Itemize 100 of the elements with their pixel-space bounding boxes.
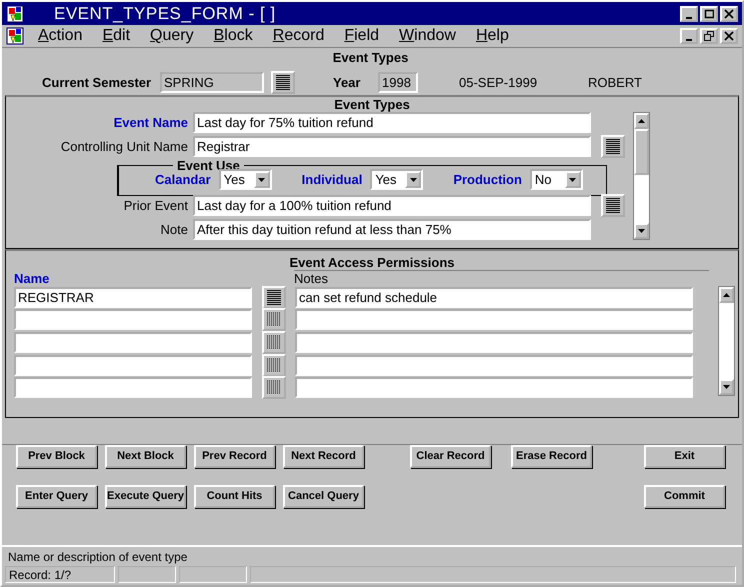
app-icon <box>6 4 24 23</box>
notes-field[interactable] <box>295 377 693 398</box>
menu-item[interactable]: Block <box>214 27 253 46</box>
dotted-grid-icon <box>266 312 282 328</box>
scroll-up-button[interactable] <box>634 112 649 129</box>
menu-item[interactable]: Help <box>476 27 509 46</box>
list-button[interactable] <box>601 194 625 217</box>
scrollbar[interactable] <box>633 112 650 240</box>
name-field[interactable] <box>14 377 252 398</box>
name-field[interactable] <box>14 332 252 353</box>
form-button[interactable]: Execute Query <box>105 484 186 508</box>
option-label: Individual <box>302 172 362 188</box>
down-arrow-icon <box>258 178 266 182</box>
form-button[interactable]: Erase Record <box>511 444 592 468</box>
notes-field[interactable] <box>295 354 693 376</box>
down-arrow-icon <box>638 228 645 233</box>
semester-label: Current Semester <box>42 75 152 90</box>
text-field[interactable]: Last day for a 100% tuition refund <box>193 194 591 216</box>
form-button[interactable]: Next Block <box>105 444 186 468</box>
up-arrow-icon <box>723 292 730 297</box>
close-button[interactable] <box>720 6 738 22</box>
restore-button[interactable] <box>700 28 718 44</box>
column-heading: Name <box>14 270 50 286</box>
app-icon <box>6 27 24 46</box>
list-icon <box>266 290 282 305</box>
window-title: EVENT_TYPES_FORM - [ ] <box>54 4 277 24</box>
field-label: Note <box>160 222 188 237</box>
form-button[interactable]: Clear Record <box>410 444 491 468</box>
menu-item[interactable]: Field <box>344 27 380 46</box>
text-field[interactable]: Registrar <box>193 136 591 157</box>
dropdown[interactable]: Yes <box>370 169 424 190</box>
option-label: Production <box>453 172 522 188</box>
name-field[interactable] <box>14 354 252 376</box>
list-button[interactable] <box>262 376 286 400</box>
record-indicator: Record: 1/? <box>5 566 115 583</box>
year-field[interactable]: 1998 <box>378 72 418 94</box>
list-button[interactable] <box>271 71 295 94</box>
list-button[interactable] <box>601 134 625 158</box>
field-label: Controlling Unit Name <box>60 138 188 154</box>
dotted-grid-icon <box>266 380 282 396</box>
minimize-icon <box>686 16 692 19</box>
form-button[interactable]: Next Record <box>283 444 364 468</box>
dropdown[interactable]: No <box>530 169 583 190</box>
column-heading: Notes <box>294 270 709 286</box>
menu-item[interactable]: Edit <box>102 27 130 46</box>
scrollbar[interactable] <box>718 286 735 396</box>
form-button[interactable]: Enter Query <box>16 484 97 508</box>
scroll-thumb[interactable] <box>634 128 649 175</box>
maximize-button[interactable] <box>700 6 718 22</box>
scroll-down-button[interactable] <box>719 378 734 395</box>
down-arrow-icon <box>410 178 417 182</box>
name-field[interactable] <box>14 309 252 330</box>
minimize-button[interactable] <box>680 28 698 44</box>
date-text: 05-SEP-1999 <box>459 75 538 90</box>
year-label: Year <box>333 75 362 90</box>
list-button[interactable] <box>262 330 286 354</box>
scroll-up-button[interactable] <box>719 286 734 303</box>
scroll-down-button[interactable] <box>634 222 649 239</box>
restore-icon <box>704 31 714 42</box>
close-icon <box>724 8 734 18</box>
menu-item[interactable]: Window <box>399 27 456 46</box>
form-button[interactable]: Prev Record <box>194 444 275 468</box>
option-label: Calandar <box>155 172 211 188</box>
text-field[interactable]: After this day tuition refund at less than 75% <box>193 218 591 240</box>
list-icon <box>275 75 291 90</box>
menu-item[interactable]: Action <box>38 27 82 46</box>
semester-field[interactable]: SPRING <box>160 72 264 94</box>
form-button[interactable]: Commit <box>644 484 725 508</box>
field-label: Event Name <box>114 114 188 130</box>
list-button[interactable] <box>262 308 286 332</box>
minimize-button[interactable] <box>680 6 698 22</box>
up-arrow-icon <box>638 118 645 123</box>
block-heading: Event Types <box>334 96 410 112</box>
notes-field[interactable] <box>295 332 693 353</box>
text-field[interactable]: Last day for 75% tuition refund <box>193 112 591 133</box>
field-label: Prior Event <box>124 198 188 213</box>
form-button[interactable]: Cancel Query <box>283 484 364 508</box>
list-button[interactable] <box>262 354 286 376</box>
list-icon <box>605 198 621 213</box>
maximize-icon <box>704 9 714 18</box>
form-button[interactable]: Prev Block <box>16 444 97 468</box>
dropdown[interactable]: Yes <box>218 169 272 190</box>
status-cell <box>179 566 247 583</box>
list-button[interactable] <box>262 286 286 309</box>
close-button[interactable] <box>720 28 738 44</box>
form-heading: Event Types <box>332 50 408 66</box>
form-button[interactable]: Exit <box>644 444 725 468</box>
name-field[interactable]: REGISTRAR <box>14 286 252 308</box>
form-button[interactable]: Count Hits <box>194 484 275 508</box>
menu-item[interactable]: Query <box>150 27 194 46</box>
down-arrow-icon <box>723 384 730 389</box>
status-cell <box>118 566 176 583</box>
menu-item[interactable]: Record <box>272 27 324 46</box>
notes-field[interactable] <box>295 309 693 330</box>
status-message: Name or description of event type <box>7 549 188 566</box>
user-text: ROBERT <box>588 75 642 90</box>
list-icon <box>605 138 621 154</box>
down-arrow-icon <box>569 178 576 182</box>
dotted-grid-icon <box>266 334 282 350</box>
notes-field[interactable]: can set refund schedule <box>295 286 693 308</box>
